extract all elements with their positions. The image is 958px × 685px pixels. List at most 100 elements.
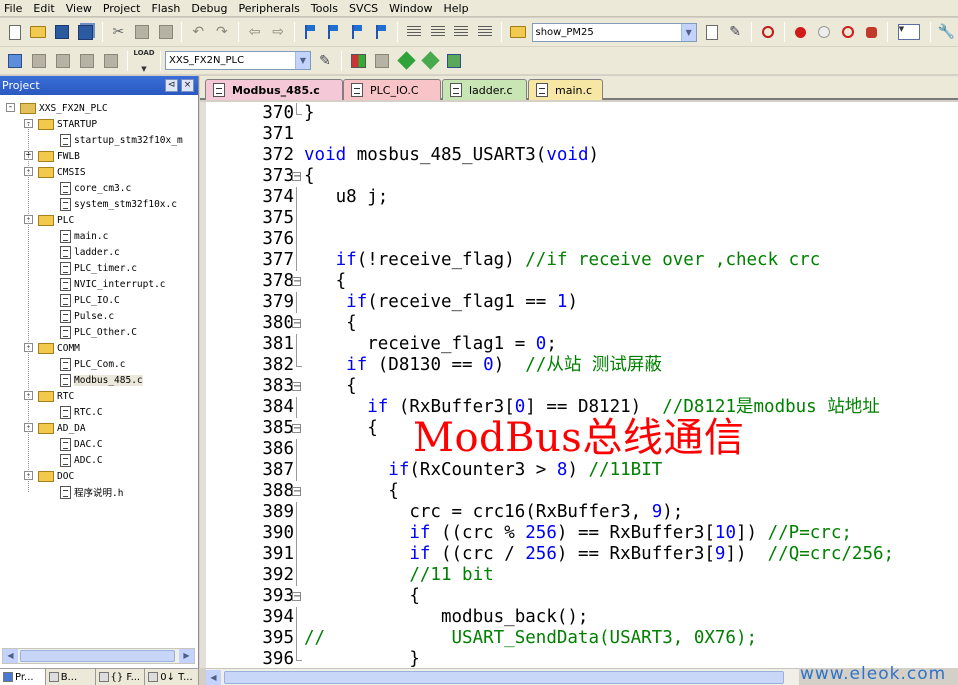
close-icon[interactable]: × (181, 79, 194, 92)
panel-tab[interactable]: 0↓ T... (145, 669, 199, 685)
find-combo[interactable]: show_PM25 ▼ (531, 22, 697, 42)
fold-collapse-icon[interactable]: − (292, 172, 301, 182)
configure-button[interactable]: 🔧 (936, 21, 958, 43)
uncomment-button[interactable] (474, 21, 496, 43)
tree-file-item[interactable]: ADC.C (60, 452, 103, 468)
project-horizontal-scrollbar[interactable]: ◀ ▶ (2, 648, 195, 664)
tree-file-item[interactable]: startup_stm32f10x_m (60, 132, 183, 148)
tree-folder-item[interactable]: FWLB (38, 148, 80, 164)
chevron-down-icon[interactable]: ▼ (680, 23, 696, 41)
scroll-left-icon[interactable]: ◀ (206, 670, 221, 685)
window-layout-button[interactable]: ▼ (893, 21, 924, 43)
run-time-env-button[interactable] (443, 50, 465, 72)
tree-file-item[interactable]: PLC_IO.C (60, 292, 120, 308)
code-editor[interactable]: 370} 371 372 void mosbus_485_USART3(void) 37… (200, 102, 958, 669)
scrollbar-thumb[interactable] (20, 650, 175, 662)
collapse-icon[interactable]: - (6, 103, 15, 112)
menu-window[interactable]: Window (385, 2, 439, 15)
enable-breakpoint-button[interactable] (813, 21, 835, 43)
pin-icon[interactable]: ⊲ (165, 79, 178, 92)
next-bookmark-button[interactable] (347, 21, 369, 43)
stop-build-button[interactable] (100, 50, 122, 72)
disable-breakpoints-button[interactable] (837, 21, 859, 43)
tree-folder-item[interactable]: RTC (38, 388, 74, 404)
save-all-button[interactable] (75, 21, 97, 43)
tree-file-item[interactable]: system_stm32f10x.c (60, 196, 177, 212)
find-in-files-button[interactable] (507, 21, 529, 43)
tree-file-item[interactable]: RTC.C (60, 404, 103, 420)
batch-build-button[interactable] (76, 50, 98, 72)
prev-bookmark-button[interactable] (324, 21, 346, 43)
fold-collapse-icon[interactable]: − (292, 592, 301, 602)
menu-edit[interactable]: Edit (29, 2, 61, 15)
undo-button[interactable]: ↶ (187, 21, 209, 43)
tree-file-item[interactable]: ladder.c (60, 244, 120, 260)
tree-folder-item[interactable]: STARTUP (38, 116, 97, 132)
menu-flash[interactable]: Flash (147, 2, 187, 15)
tree-file-item[interactable]: PLC_timer.c (60, 260, 137, 276)
scroll-left-icon[interactable]: ◀ (3, 649, 18, 663)
menu-debug[interactable]: Debug (187, 2, 234, 15)
tree-file-item[interactable]: DAC.C (60, 436, 103, 452)
clear-bookmarks-button[interactable] (371, 21, 393, 43)
tree-folder-item[interactable]: COMM (38, 340, 80, 356)
tree-folder-item[interactable]: AD_DA (38, 420, 86, 436)
fold-collapse-icon[interactable]: − (292, 424, 301, 434)
tree-folder-item[interactable]: DOC (38, 468, 74, 484)
redo-button[interactable]: ↷ (211, 21, 233, 43)
file-tab[interactable]: Modbus_485.c (205, 79, 343, 100)
cut-button[interactable]: ✂ (108, 21, 130, 43)
tree-folder-item[interactable]: CMSIS (38, 164, 86, 180)
tree-file-item[interactable]: Pulse.c (60, 308, 114, 324)
copy-button[interactable] (131, 21, 153, 43)
menu-tools[interactable]: Tools (307, 2, 345, 15)
build-button[interactable] (28, 50, 50, 72)
manage-books-button[interactable] (371, 50, 393, 72)
incremental-find-button[interactable]: ✎ (724, 21, 746, 43)
tree-file-item[interactable]: core_cm3.c (60, 180, 131, 196)
menu-view[interactable]: View (62, 2, 99, 15)
menu-svcs[interactable]: SVCS (345, 2, 385, 15)
fold-collapse-icon[interactable]: − (292, 277, 301, 287)
save-button[interactable] (51, 21, 73, 43)
rebuild-button[interactable] (52, 50, 74, 72)
target-options-button[interactable]: ✎ (314, 50, 336, 72)
panel-tab[interactable]: B... (46, 669, 96, 685)
find-button[interactable] (701, 21, 723, 43)
menu-project[interactable]: Project (99, 2, 148, 15)
file-tab[interactable]: main.c (528, 79, 603, 100)
bookmark-button[interactable] (300, 21, 322, 43)
tree-folder-item[interactable]: PLC (38, 212, 74, 228)
debug-session-button[interactable] (757, 21, 779, 43)
new-file-button[interactable] (4, 21, 26, 43)
kill-breakpoints-button[interactable] (860, 21, 882, 43)
manage-project-button[interactable] (347, 50, 369, 72)
fold-collapse-icon[interactable]: − (292, 487, 301, 497)
tree-file-item[interactable]: PLC_Com.c (60, 356, 125, 372)
fold-collapse-icon[interactable]: − (292, 382, 301, 392)
tree-file-item[interactable]: PLC_Other.C (60, 324, 137, 340)
select-packs-button[interactable] (395, 50, 417, 72)
comment-button[interactable] (451, 21, 473, 43)
panel-tab[interactable]: {} F... (96, 669, 146, 685)
tree-file-item[interactable]: main.c (60, 228, 108, 244)
tree-root-item[interactable]: XXS_FX2N_PLC (20, 100, 108, 116)
tree-file-item[interactable]: 程序说明.h (60, 484, 123, 500)
translate-button[interactable] (4, 50, 26, 72)
download-button[interactable]: LOAD ▼ (133, 49, 155, 73)
menu-help[interactable]: Help (440, 2, 476, 15)
file-tab[interactable]: ladder.c (442, 79, 527, 100)
menu-file[interactable]: File (0, 2, 29, 15)
unindent-button[interactable] (427, 21, 449, 43)
menu-peripherals[interactable]: Peripherals (235, 2, 307, 15)
panel-tab[interactable]: Pr... (0, 669, 46, 685)
scrollbar-thumb[interactable] (224, 671, 784, 684)
editor-horizontal-scrollbar[interactable]: ◀ (206, 668, 799, 685)
paste-button[interactable] (155, 21, 177, 43)
open-file-button[interactable] (28, 21, 50, 43)
file-tab[interactable]: PLC_IO.C (343, 79, 441, 100)
indent-button[interactable] (403, 21, 425, 43)
pack-installer-button[interactable] (419, 50, 441, 72)
fold-collapse-icon[interactable]: − (292, 319, 301, 329)
chevron-down-icon[interactable]: ▼ (295, 52, 310, 69)
